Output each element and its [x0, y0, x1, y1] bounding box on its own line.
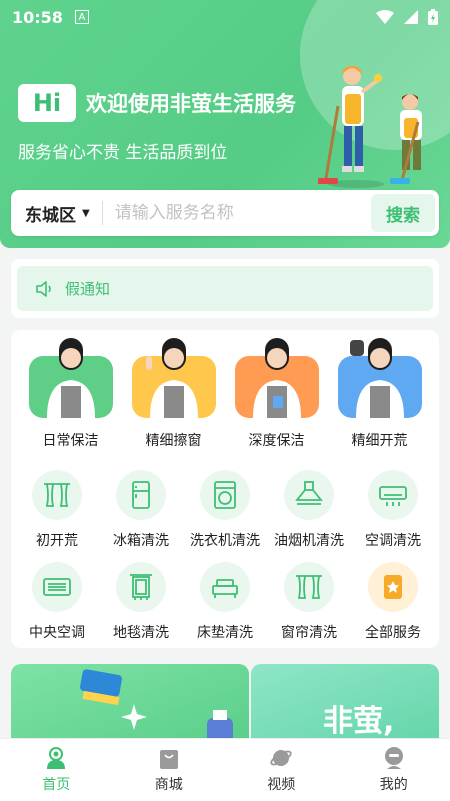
- service-carpet-cleaning[interactable]: 地毯清洗: [101, 562, 181, 642]
- service-label: 床垫清洗: [197, 625, 253, 641]
- service-mattress-cleaning[interactable]: 床垫清洗: [185, 562, 265, 642]
- service-label: 精细擦窗: [145, 433, 202, 449]
- central-ac-icon: [32, 562, 82, 612]
- service-card: [28, 338, 113, 418]
- notification-icon: A: [74, 10, 89, 24]
- wifi-icon: [376, 10, 394, 24]
- shopping-bag-icon: [159, 750, 178, 769]
- home-person-icon: [47, 747, 66, 769]
- curtain-icon: [32, 470, 82, 520]
- promo-banner-text: 非萤,: [323, 704, 395, 739]
- air-conditioner-icon: [368, 470, 418, 520]
- service-range-hood-cleaning[interactable]: 油烟机清洗: [269, 470, 349, 550]
- service-label: 窗帘清洗: [281, 625, 337, 641]
- service-central-ac[interactable]: 中央空调: [17, 562, 97, 642]
- featured-services: 日常保洁 精细擦窗 深度保洁 精细开荒: [11, 338, 439, 450]
- cleaner-avatar-icon: [46, 338, 95, 418]
- tab-mine[interactable]: 我的: [338, 739, 450, 801]
- tab-mall[interactable]: 商城: [113, 739, 226, 801]
- search-input[interactable]: [114, 203, 371, 223]
- battery-icon: [428, 9, 438, 25]
- bottom-tab-bar: 首页 商城 视频 我的: [0, 738, 450, 801]
- mattress-icon: [200, 562, 250, 612]
- tab-home[interactable]: 首页: [0, 739, 113, 801]
- city-label: 东城区: [25, 205, 76, 226]
- tab-label: 我的: [379, 777, 408, 793]
- service-all[interactable]: 全部服务: [353, 562, 433, 642]
- cleaner-avatar-icon: [349, 338, 404, 418]
- hero-title: 欢迎使用非萤生活服务: [86, 92, 296, 116]
- status-time: 10:58: [12, 7, 63, 27]
- service-label: 精细开荒: [351, 433, 408, 449]
- search-divider: [101, 201, 103, 225]
- service-card: [131, 338, 216, 418]
- service-label: 深度保洁: [248, 433, 305, 449]
- curtain-icon: [284, 562, 334, 612]
- status-bar: 10:58 A: [0, 0, 450, 34]
- planet-icon: [270, 750, 292, 766]
- service-fine-move-in-cleaning[interactable]: 精细开荒: [334, 338, 426, 450]
- service-fridge-cleaning[interactable]: 冰箱清洗: [101, 470, 181, 550]
- city-selector[interactable]: 东城区 ▼: [11, 201, 90, 226]
- notice-bar[interactable]: 假通知: [17, 266, 433, 311]
- search-button[interactable]: 搜索: [371, 194, 435, 232]
- service-move-in-cleaning[interactable]: 初开荒: [17, 470, 97, 550]
- cleaner-avatar-icon: [145, 338, 198, 418]
- service-label: 洗衣机清洗: [190, 533, 260, 549]
- service-label: 中央空调: [29, 625, 85, 641]
- tab-video[interactable]: 视频: [225, 739, 338, 801]
- washer-icon: [200, 470, 250, 520]
- hero-subtitle: 服务省心不贵 生活品质到位: [18, 143, 228, 163]
- user-icon: [384, 747, 403, 769]
- service-label: 全部服务: [365, 625, 421, 641]
- tab-label: 视频: [267, 777, 296, 793]
- tab-label: 商城: [154, 777, 183, 793]
- service-label: 地毯清洗: [113, 625, 169, 641]
- carpet-icon: [116, 562, 166, 612]
- service-label: 初开荒: [36, 533, 78, 549]
- hi-badge: Hi: [18, 84, 76, 122]
- services-panel: 日常保洁 精细擦窗 深度保洁 精细开荒 初开荒 冰箱清洗 洗衣机清洗 油烟机清洗…: [11, 330, 439, 648]
- cleaner-avatar-icon: [252, 338, 301, 418]
- search-bar: 东城区 ▼ 搜索: [11, 190, 439, 236]
- service-label: 日常保洁: [42, 433, 99, 449]
- service-row-1: 初开荒 冰箱清洗 洗衣机清洗 油烟机清洗 空调清洗: [11, 470, 439, 550]
- service-daily-cleaning[interactable]: 日常保洁: [25, 338, 117, 450]
- service-label: 油烟机清洗: [274, 533, 344, 549]
- service-deep-cleaning[interactable]: 深度保洁: [231, 338, 323, 450]
- service-row-2: 中央空调 地毯清洗 床垫清洗 窗帘清洗 全部服务: [11, 562, 439, 642]
- service-card: [234, 338, 319, 418]
- tab-label: 首页: [42, 777, 71, 793]
- hi-text: Hi: [32, 89, 62, 117]
- service-washer-cleaning[interactable]: 洗衣机清洗: [185, 470, 265, 550]
- service-curtain-cleaning[interactable]: 窗帘清洗: [269, 562, 349, 642]
- signal-icon: [404, 10, 418, 24]
- service-ac-cleaning[interactable]: 空调清洗: [353, 470, 433, 550]
- caret-down-icon: ▼: [82, 207, 90, 219]
- notice-card: 假通知: [11, 259, 439, 318]
- notice-text: 假通知: [65, 280, 111, 298]
- range-hood-icon: [284, 470, 334, 520]
- star-bookmark-icon: [368, 562, 418, 612]
- service-label: 空调清洗: [365, 533, 421, 549]
- service-card: [337, 338, 422, 418]
- service-window-cleaning[interactable]: 精细擦窗: [128, 338, 220, 450]
- service-label: 冰箱清洗: [113, 533, 169, 549]
- speaker-icon: [36, 280, 51, 297]
- cleaners-illustration: [318, 66, 422, 188]
- fridge-icon: [116, 470, 166, 520]
